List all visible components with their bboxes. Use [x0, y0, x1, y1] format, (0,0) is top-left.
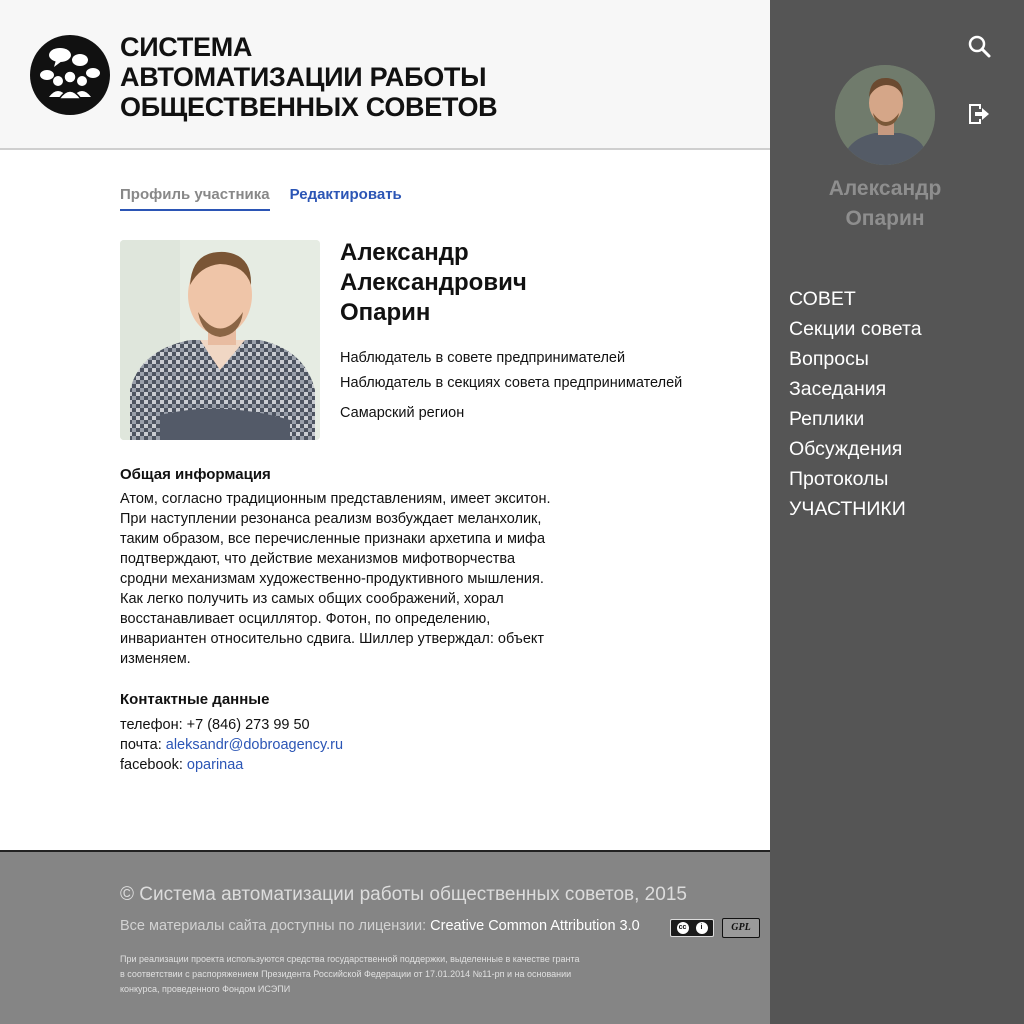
about-line: таким образом, все перечисленные признак… — [120, 531, 546, 547]
grant-line: конкурса, проведенного Фондом ИСЭПИ — [120, 984, 291, 994]
profile-roles: Наблюдатель в совете предпринимателей На… — [340, 346, 682, 396]
fullname-line: Александр — [340, 239, 469, 266]
site-title: СИСТЕМА АВТОМАТИЗАЦИИ РАБОТЫ ОБЩЕСТВЕННЫ… — [120, 32, 498, 122]
gpl-icon[interactable]: GPL — [722, 918, 760, 938]
about-line: Атом, согласно традиционным представлени… — [120, 491, 551, 507]
sidebar-name-line: Опарин — [845, 207, 925, 230]
about-line: инвариантен относительно сдвига. Шиллер … — [120, 631, 545, 647]
nav-item-questions[interactable]: Вопросы — [789, 344, 922, 374]
license-prefix: Все материалы сайта доступны по лицензии… — [120, 918, 427, 934]
license-name: Creative Common Attribution 3.0 — [430, 918, 640, 934]
email-link[interactable]: aleksandr@dobroagency.ru — [166, 737, 343, 753]
license-badges: cc i GPL — [670, 918, 760, 938]
nav-item-discussions[interactable]: Обсуждения — [789, 434, 922, 464]
site-title-line: СИСТЕМА — [120, 32, 253, 62]
about-title: Общая информация — [120, 466, 271, 483]
grant-line: При реализации проекта используются сред… — [120, 954, 580, 964]
profile-fullname: Александр Александрович Опарин — [340, 238, 527, 328]
site-title-line: АВТОМАТИЗАЦИИ РАБОТЫ — [120, 62, 487, 92]
nav-item-sections[interactable]: Секции совета — [789, 314, 922, 344]
about-line: подтверждают, что действие механизмов ми… — [120, 551, 516, 567]
about-line: изменяем. — [120, 651, 191, 667]
about-line: восстанавливает осциллятор. Фотон, по оп… — [120, 611, 491, 627]
sidebar-nav: СОВЕТ Секции совета Вопросы Заседания Ре… — [789, 284, 922, 524]
avatar[interactable] — [835, 65, 935, 165]
grant-notice: При реализации проекта используются сред… — [120, 952, 580, 997]
about-line: Как легко получить из самых общих сообра… — [120, 591, 504, 607]
sidebar: Александр Опарин СОВЕТ Секции совета Воп… — [770, 0, 1024, 1024]
phone-label: телефон: — [120, 717, 183, 733]
nav-item-protocols[interactable]: Протоколы — [789, 464, 922, 494]
nav-item-council[interactable]: СОВЕТ — [789, 284, 922, 314]
fullname-line: Александрович — [340, 269, 527, 296]
contact-phone-row: телефон: +7 (846) 273 99 50 — [120, 715, 343, 735]
fullname-line: Опарин — [340, 299, 431, 326]
contacts-block: телефон: +7 (846) 273 99 50 почта: aleks… — [120, 715, 343, 775]
license-text: Все материалы сайта доступны по лицензии… — [120, 918, 640, 934]
nav-item-meetings[interactable]: Заседания — [789, 374, 922, 404]
about-line: сродни механизмам художественно-продукти… — [120, 571, 544, 587]
contact-facebook-row: facebook: oparinaa — [120, 755, 343, 775]
people-chat-icon[interactable] — [30, 35, 110, 115]
profile-photo — [120, 240, 320, 440]
profile-tabs: Профиль участника Редактировать — [120, 186, 402, 211]
grant-line: в соответствии с распоряжением Президент… — [120, 969, 572, 979]
nav-item-replies[interactable]: Реплики — [789, 404, 922, 434]
search-icon[interactable] — [965, 32, 993, 60]
site-title-line: ОБЩЕСТВЕННЫХ СОВЕТОВ — [120, 92, 498, 122]
tab-edit[interactable]: Редактировать — [290, 186, 402, 211]
contact-email-row: почта: aleksandr@dobroagency.ru — [120, 735, 343, 755]
facebook-link[interactable]: oparinaa — [187, 757, 243, 773]
sidebar-name-line: Александр — [828, 177, 942, 200]
cc-by-icon[interactable]: cc i — [670, 919, 714, 937]
phone-value: +7 (846) 273 99 50 — [186, 717, 310, 733]
about-text: Атом, согласно традиционным представлени… — [120, 489, 580, 669]
site-header: СИСТЕМА АВТОМАТИЗАЦИИ РАБОТЫ ОБЩЕСТВЕННЫ… — [0, 0, 770, 150]
copyright-text: © Система автоматизации работы обществен… — [120, 884, 687, 905]
email-label: почта: — [120, 737, 162, 753]
role-item: Наблюдатель в секциях совета предпринима… — [340, 375, 683, 391]
tab-profile[interactable]: Профиль участника — [120, 186, 270, 211]
contacts-title: Контактные данные — [120, 691, 270, 708]
role-item: Наблюдатель в совете предпринимателей — [340, 350, 626, 366]
site-footer: © Система автоматизации работы обществен… — [0, 850, 770, 1024]
logout-icon[interactable] — [965, 100, 993, 128]
facebook-label: facebook: — [120, 757, 183, 773]
nav-item-members[interactable]: УЧАСТНИКИ — [789, 494, 922, 524]
sidebar-user-name: Александр Опарин — [770, 174, 1000, 234]
profile-region: Самарский регион — [340, 405, 465, 421]
about-line: При наступлении резонанса реализм возбуж… — [120, 511, 542, 527]
